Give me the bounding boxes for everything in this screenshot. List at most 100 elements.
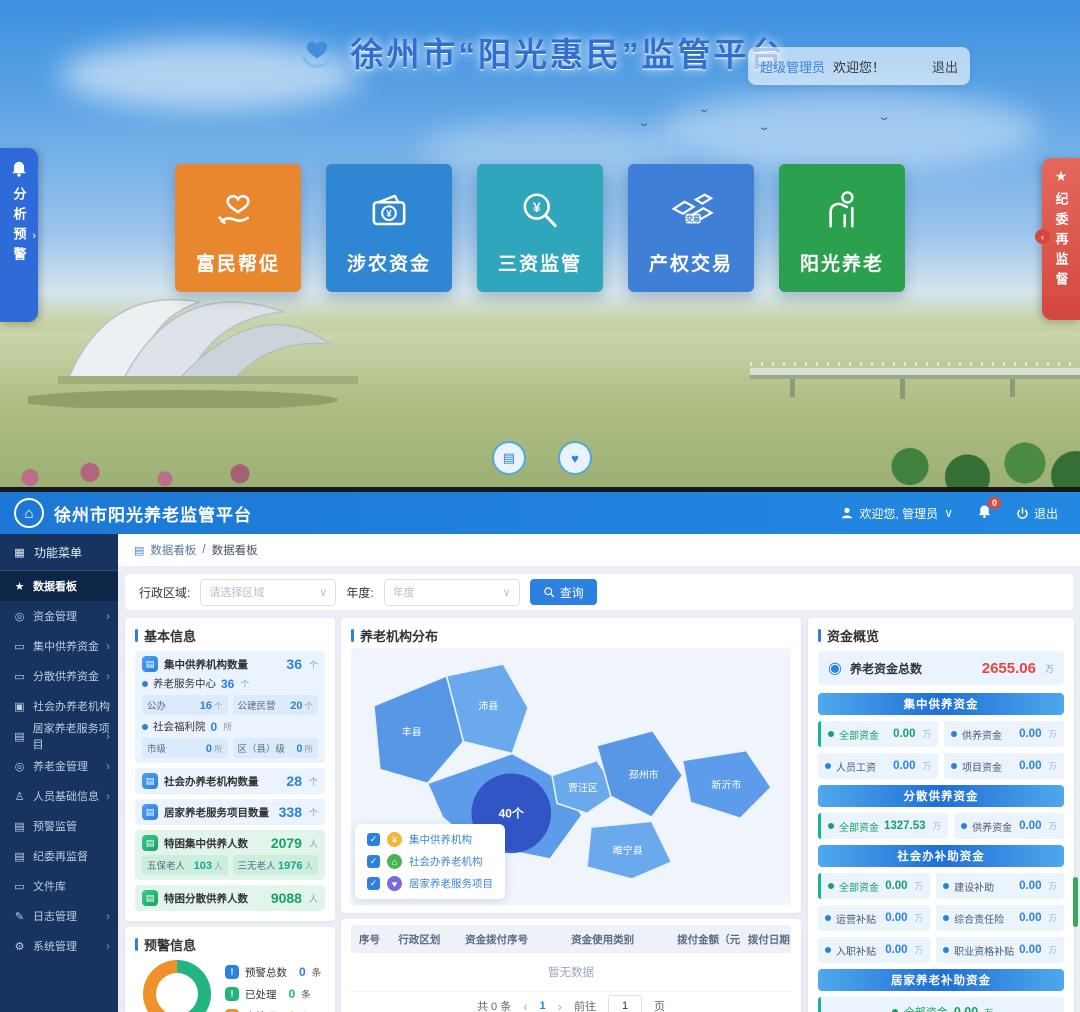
sidebar-item-central-support-funds[interactable]: ▭ 集中供养资金 › (0, 631, 118, 661)
section-header: 社会办补助资金 (818, 845, 1064, 867)
notifications-button[interactable]: 0 (977, 504, 992, 522)
id-card-icon[interactable]: ▤ (492, 441, 526, 475)
section-header: 集中供养资金 (818, 693, 1064, 715)
tile-fumin-bangcu[interactable]: 富民帮促 (175, 164, 301, 292)
dashboard-navbar: ⌂ 徐州市阳光养老监管平台 欢迎您, 管理员 ∨ 0 退出 (0, 492, 1080, 534)
district-label: 新沂市 (711, 778, 741, 791)
next-page-button[interactable]: › (558, 999, 562, 1012)
home-care-icon: ♥ (387, 876, 402, 891)
total-count: 共 0 条 (477, 998, 511, 1012)
chevron-down-icon: ∨ (944, 506, 953, 520)
fund-stat: 入职补贴 0.00 万 (818, 937, 930, 963)
hero-logout-button[interactable]: 退出 (932, 57, 958, 76)
search-button[interactable]: 查询 (530, 579, 597, 605)
monitor-icon: ▤ (13, 850, 26, 863)
legend-central-institutions[interactable]: ✓ ¥ 集中供养机构 (367, 832, 493, 847)
cloud-decor (660, 90, 1040, 170)
chevron-right-icon: › (106, 669, 110, 683)
logout-button[interactable]: 退出 (1016, 505, 1058, 522)
user-menu[interactable]: 欢迎您, 管理员 ∨ (840, 505, 953, 522)
legend-social-institutions[interactable]: ✓ ⌂ 社会办养老机构 (367, 854, 493, 869)
pagination: 共 0 条 ‹ 1 › 前往 页 (351, 992, 791, 1012)
sidebar-item-funds-mgmt[interactable]: ◎ 资金管理 › (0, 601, 118, 631)
bullet-icon (828, 731, 834, 737)
section-header: 居家养老补助资金 (818, 969, 1064, 991)
folder-icon: ▭ (13, 640, 26, 653)
sidebar-menu-header: ▦ 功能菜单 (0, 534, 118, 571)
sidebar-item-dashboard[interactable]: ★ 数据看板 (0, 571, 118, 601)
warning-donut-chart (143, 960, 211, 1012)
fund-stat-full: 全部资金 0.00 万 (818, 997, 1064, 1012)
region-filter-label: 行政区域: (139, 584, 190, 601)
right-column: 资金概览 ◉ 养老资金总数 2655.06 万 集中供养资金 全部资金 0.00… (808, 618, 1074, 1012)
monitor-icon: ▤ (13, 820, 26, 833)
sidebar-item-system-mgmt[interactable]: ⚙ 系统管理 › (0, 931, 118, 961)
tile-yangguang-yanglao[interactable]: 阳光养老 (779, 164, 905, 292)
tile-sanzi-jianguan[interactable]: ¥ 三资监管 (477, 164, 603, 292)
sidebar-item-file-library[interactable]: ▭ 文件库 (0, 871, 118, 901)
prev-page-button[interactable]: ‹ (523, 999, 527, 1012)
sidebar-item-warning-supervision[interactable]: ▤ 预警监管 (0, 811, 118, 841)
pension-icon: ◎ (13, 760, 26, 773)
tile-label: 阳光养老 (800, 249, 884, 276)
logout-label: 退出 (1034, 505, 1058, 522)
platform-logo-icon (295, 30, 339, 74)
trees-decor (864, 428, 1080, 487)
panel-title: 养老机构分布 (351, 626, 791, 645)
page-number[interactable]: 1 (540, 1000, 546, 1012)
bird-decor: ⌄ (877, 112, 890, 123)
sidebar-item-dispersed-support-funds[interactable]: ▭ 分散供养资金 › (0, 661, 118, 691)
checkbox-checked-icon[interactable]: ✓ (367, 855, 380, 868)
card-icon: ▤ (142, 890, 158, 906)
sidebar-item-home-care-projects[interactable]: ▤ 居家养老服务项目 › (0, 721, 118, 751)
dashboard-title: 徐州市阳光养老监管平台 (54, 501, 252, 526)
funds-icon: ◎ (13, 610, 26, 623)
sidebar: ▦ 功能菜单 ★ 数据看板 ◎ 资金管理 › ▭ 集中供养资金 › ▭ 分散供养… (0, 534, 118, 1012)
stat-mini: 公办 16 个 (142, 695, 228, 715)
user-role: 超级管理员 (760, 57, 825, 76)
fund-stat: 项目资金 0.00 万 (944, 753, 1064, 779)
hero-banner: ⌄ ⌄ ⌄ ⌄ 徐州市“阳光惠民”监管平台 超级管理员 欢迎您！ 退出 分析预警… (0, 0, 1080, 487)
sidebar-item-pension-mgmt[interactable]: ◎ 养老金管理 › (0, 751, 118, 781)
card-icon: ▤ (142, 656, 158, 672)
checkbox-checked-icon[interactable]: ✓ (367, 877, 380, 890)
scrollbar-thumb[interactable] (1073, 877, 1078, 927)
sidebar-item-log-mgmt[interactable]: ✎ 日志管理 › (0, 901, 118, 931)
year-select[interactable]: 年度 ∨ (384, 579, 520, 606)
breadcrumb-root[interactable]: 数据看板 (150, 542, 196, 558)
tile-shenong-zijin[interactable]: ¥ 涉农资金 (326, 164, 452, 292)
hero-tiles: 富民帮促 ¥ 涉农资金 ¥ 三资监管 交易 产权交易 (0, 164, 1080, 292)
year-filter-label: 年度: (346, 584, 373, 601)
legend-home-care-projects[interactable]: ✓ ♥ 居家养老服务项目 (367, 876, 493, 891)
hand-heart-icon (212, 164, 264, 249)
search-icon (543, 586, 555, 598)
bullet-icon (951, 731, 957, 737)
bird-decor: ⌄ (757, 122, 770, 133)
stat-mini: 市级 0 所 (142, 738, 228, 758)
fund-stat: 全部资金 1327.53 万 (818, 813, 948, 839)
log-icon: ✎ (13, 910, 26, 923)
section-header: 分散供养资金 (818, 785, 1064, 807)
institution-map-panel: 养老机构分布 丰县 沛县 (341, 618, 801, 913)
bird-decor: ⌄ (637, 118, 650, 129)
bullet-icon (825, 763, 831, 769)
central-institutions-card: ▤ 集中供养机构数量 36 个 养老服务中心 36 个 公办 (135, 651, 325, 763)
tile-label: 产权交易 (649, 249, 733, 276)
sidebar-item-discipline-supervision[interactable]: ▤ 纪委再监督 (0, 841, 118, 871)
fund-stat: 全部资金 0.00 万 (818, 873, 930, 899)
warning-unhandled-row: ! 未处理 0 条 (225, 1009, 321, 1012)
tile-chanquan-jiaoyi[interactable]: 交易 产权交易 (628, 164, 754, 292)
heart-icon[interactable]: ♥ (558, 441, 592, 475)
goto-page-input[interactable] (608, 995, 642, 1012)
menu-header-label: 功能菜单 (34, 544, 82, 561)
fund-stat: 运营补贴 0.00 万 (818, 905, 930, 931)
house-icon: ⌂ (14, 498, 44, 528)
sidebar-item-social-institutions[interactable]: ▣ 社会办养老机构 › (0, 691, 118, 721)
checkbox-checked-icon[interactable]: ✓ (367, 833, 380, 846)
sidebar-item-personnel-info[interactable]: ♙ 人员基础信息 › (0, 781, 118, 811)
chevron-right-icon: › (106, 789, 110, 803)
region-select[interactable]: 请选择区域 ∨ (200, 579, 336, 606)
chevron-right-icon: › (106, 729, 110, 743)
navbar-right: 欢迎您, 管理员 ∨ 0 退出 (840, 504, 1080, 522)
filter-bar: 行政区域: 请选择区域 ∨ 年度: 年度 ∨ 查询 (125, 574, 1073, 610)
